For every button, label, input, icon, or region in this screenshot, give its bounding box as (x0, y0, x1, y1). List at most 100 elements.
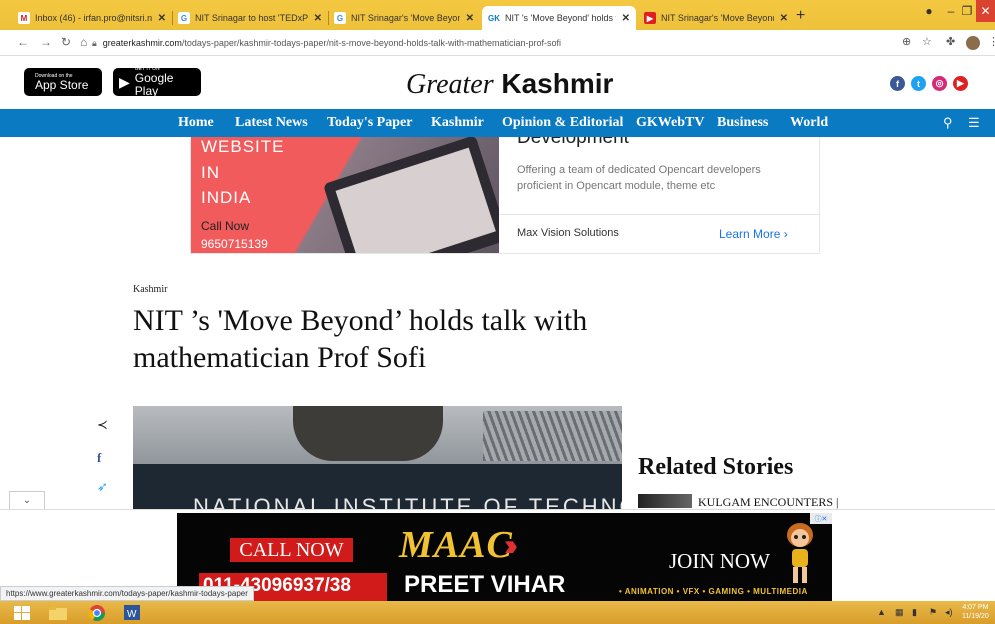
tab-title: NIT 's 'Move Beyond' holds talk (505, 13, 616, 23)
volume-icon[interactable]: ◂) (945, 607, 953, 618)
facebook-icon[interactable]: f (890, 76, 905, 91)
ad-learn-more-link[interactable]: Learn More › (719, 227, 788, 241)
lock-icon: 🔒︎ (92, 37, 97, 48)
word-icon[interactable]: W (122, 604, 142, 621)
tray-app-icon[interactable]: ▦ (895, 607, 904, 618)
tab-greater-kashmir[interactable]: GK NIT 's 'Move Beyond' holds talk ✕ (482, 6, 636, 30)
minimize-icon[interactable]: – (944, 0, 958, 22)
forward-icon[interactable]: → (40, 35, 52, 49)
profile-icon[interactable]: ● (922, 0, 936, 22)
svg-text:W: W (127, 609, 137, 620)
clock-time: 4:07 PM (962, 604, 989, 611)
main-navigation: Home Latest News Today's Paper Kashmir O… (0, 109, 995, 137)
article-hero-image: NATIONAL INSTITUTE OF TECHNOLOG (133, 406, 622, 510)
url-host: greaterkashmir.com (102, 38, 182, 48)
ad-join-now-label: JOIN NOW (669, 549, 770, 573)
related-story-link[interactable]: KULGAM ENCOUNTERS | (698, 495, 838, 510)
reload-icon[interactable]: ↻ (61, 35, 71, 49)
youtube-icon: ▶ (644, 12, 656, 24)
google-play-button[interactable]: ▶ GET IT ON Google Play (113, 66, 201, 98)
close-icon[interactable]: ✕ (158, 13, 166, 24)
logo-greater: Greater (406, 69, 494, 100)
site-logo[interactable]: Greater Kashmir (406, 68, 613, 101)
bottom-advertisement[interactable]: CALL NOW 011-43096937/38 MAAC ››› PREET … (177, 513, 832, 601)
chrome-icon[interactable] (87, 604, 107, 621)
install-app-icon[interactable]: ⊕ (902, 35, 911, 48)
close-icon[interactable]: ✕ (622, 13, 630, 24)
google-icon: G (178, 12, 190, 24)
related-stories-heading: Related Stories (638, 454, 794, 480)
ad-heading: Development (517, 137, 629, 148)
menu-dots-icon[interactable]: ⋮ (988, 35, 995, 48)
chevron-right-icon: › (783, 227, 788, 241)
ad-call-now: Call Now (201, 219, 250, 233)
close-window-icon[interactable]: ✕ (976, 0, 995, 22)
twitter-icon[interactable]: t (911, 76, 926, 91)
search-icon[interactable]: ⚲ (943, 115, 953, 131)
nav-home[interactable]: Home (178, 115, 214, 131)
nav-gkwebtv[interactable]: GKWebTV (636, 115, 704, 131)
back-icon[interactable]: ← (17, 35, 29, 49)
ad-image: WEBSITE IN INDIA Call Now 9650715139 (191, 137, 499, 253)
network-icon[interactable]: ▮ (912, 607, 917, 618)
browser-toolbar: ← → ↻ ⌂ 🔒︎ greaterkashmir.com/todays-pap… (0, 30, 995, 56)
windows-taskbar: W ▲ ▦ ▮ ⚑ ◂) 4:07 PM 11/19/20 (0, 601, 995, 624)
ad-line-website: WEBSITE (201, 137, 285, 156)
url-path: /todays-paper/kashmir-todays-paper/nit-s… (181, 38, 561, 48)
close-icon[interactable]: ✕ (466, 13, 474, 24)
adchoices-icon[interactable]: ⓘ✕ (810, 513, 832, 524)
maac-logo: MAAC (399, 524, 513, 566)
twitter-share-icon[interactable]: ➶ (97, 479, 108, 495)
hamburger-menu-icon[interactable]: ☰ (968, 115, 980, 131)
gmail-icon: M (18, 12, 30, 24)
site-header: Download on the App Store ▶ GET IT ON Goog… (0, 56, 995, 109)
ad-description: Offering a team of dedicated Opencart de… (517, 164, 761, 192)
ad-advertiser: Max Vision Solutions (517, 227, 619, 239)
close-icon[interactable]: ✕ (314, 13, 322, 24)
building-sign-text: NATIONAL INSTITUTE OF TECHNOLOG (193, 494, 622, 510)
tab-title: NIT Srinagar's 'Move Beyond' hol (661, 13, 774, 23)
chevrons-icon: ››› (504, 529, 518, 562)
bookmark-star-icon[interactable]: ☆ (922, 35, 932, 48)
related-story-thumbnail[interactable] (638, 494, 692, 508)
flag-icon[interactable]: ⚑ (929, 607, 937, 618)
instagram-icon[interactable]: ◎ (932, 76, 947, 91)
top-advertisement[interactable]: WEBSITE IN INDIA Call Now 9650715139 Dev… (190, 137, 820, 254)
avatar[interactable] (966, 36, 980, 50)
app-store-label: App Store (35, 77, 89, 92)
nav-world[interactable]: World (790, 115, 828, 131)
file-explorer-icon[interactable] (48, 604, 68, 621)
address-bar[interactable]: 🔒︎ greaterkashmir.com/todays-paper/kashm… (92, 33, 892, 53)
tray-expand-icon[interactable]: ▲ (877, 607, 886, 617)
collapse-ad-button[interactable]: ⌄ (9, 491, 45, 509)
youtube-icon[interactable]: ▶ (953, 76, 968, 91)
tab-title: NIT Srinagar's 'Move Beyond' hol (351, 13, 460, 23)
ad-learn-more-label: Learn More (719, 227, 781, 241)
app-store-button[interactable]: Download on the App Store (24, 68, 102, 96)
share-icon[interactable]: ≺ (97, 417, 108, 433)
play-store-icon: ▶ (119, 73, 130, 90)
nav-latest-news[interactable]: Latest News (235, 115, 308, 131)
tab-google-search-2[interactable]: G NIT Srinagar's 'Move Beyond' hol ✕ (328, 6, 480, 30)
taskbar-clock[interactable]: 4:07 PM 11/19/20 (962, 603, 989, 621)
tab-google-search-1[interactable]: G NIT Srinagar to host 'TEDxPoloVi ✕ (172, 6, 328, 30)
maximize-icon[interactable]: ❐ (960, 0, 974, 22)
google-play-label: Google Play (134, 71, 174, 98)
nav-kashmir[interactable]: Kashmir (431, 115, 484, 131)
new-tab-button[interactable]: + (796, 6, 805, 26)
nav-business[interactable]: Business (717, 115, 768, 131)
nav-todays-paper[interactable]: Today's Paper (327, 115, 412, 131)
home-icon[interactable]: ⌂ (80, 35, 87, 49)
ad-call-now-label: CALL NOW (230, 538, 353, 562)
facebook-share-icon[interactable]: f (97, 450, 101, 466)
tab-youtube[interactable]: ▶ NIT Srinagar's 'Move Beyond' hol ✕ (638, 6, 794, 30)
link-status-bubble: https://www.greaterkashmir.com/todays-pa… (0, 586, 254, 601)
close-icon[interactable]: ✕ (780, 13, 788, 24)
extensions-puzzle-icon[interactable]: ✤ (946, 35, 955, 48)
greater-kashmir-icon: GK (488, 12, 500, 24)
article-category[interactable]: Kashmir (133, 284, 167, 295)
tab-gmail-inbox[interactable]: M Inbox (46) - irfan.pro@nitsri.net ✕ (12, 6, 172, 30)
ad-divider (499, 214, 819, 215)
windows-start-icon[interactable] (12, 604, 32, 621)
nav-opinion-editorial[interactable]: Opinion & Editorial (502, 115, 623, 131)
